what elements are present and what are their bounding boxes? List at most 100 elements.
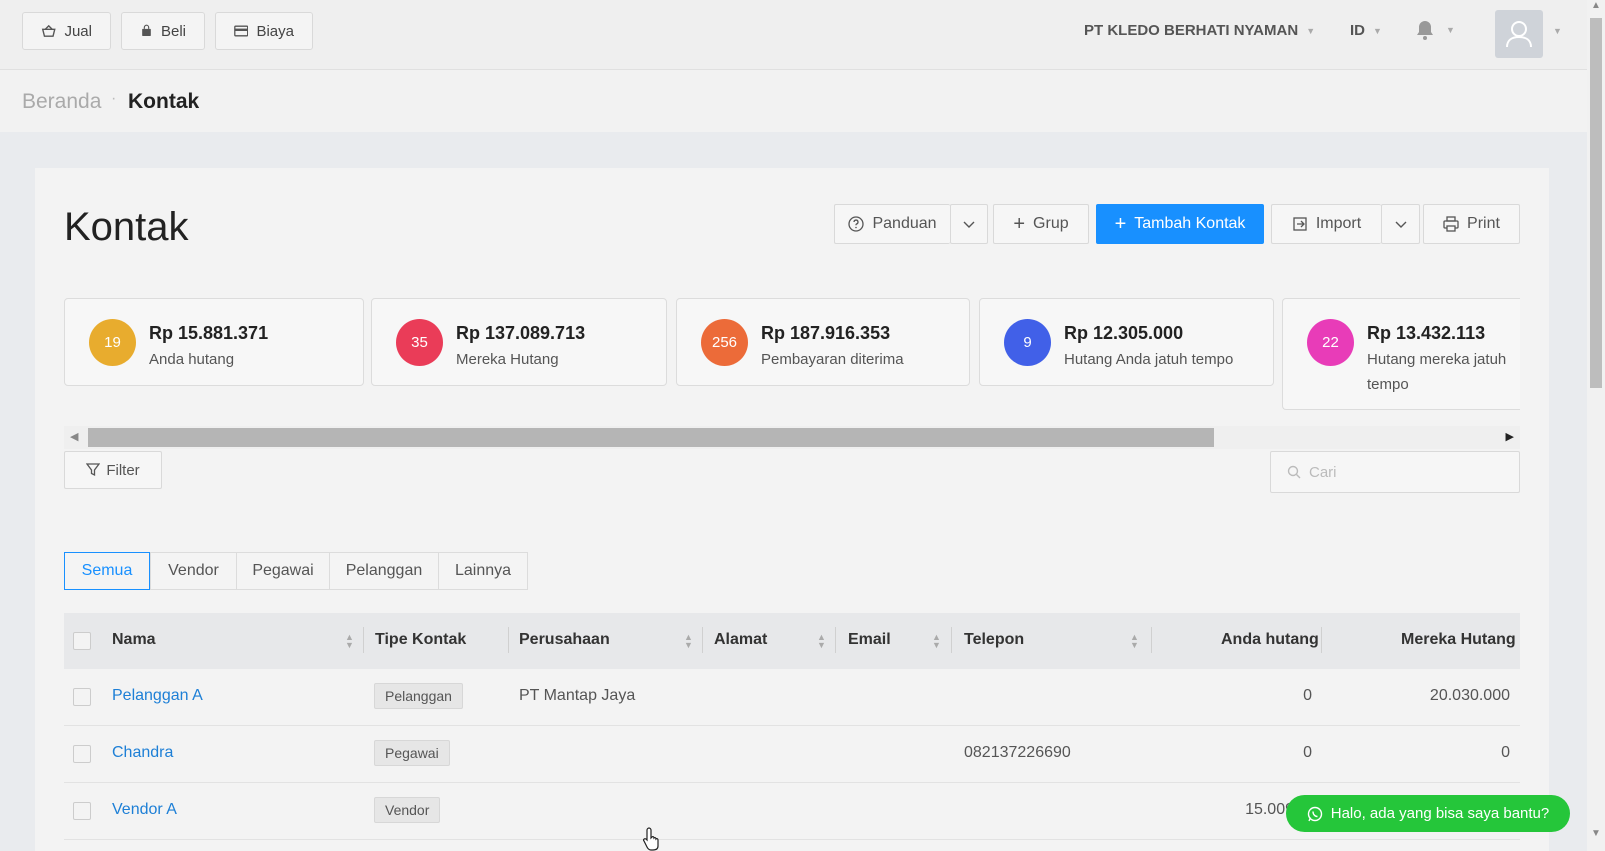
scroll-down-icon[interactable]: ▼ xyxy=(1591,828,1601,839)
tab-semua[interactable]: Semua xyxy=(64,552,150,590)
table-row: Pelanggan A Pelanggan PT Mantap Jaya 0 2… xyxy=(64,669,1520,726)
tab-pelanggan[interactable]: Pelanggan xyxy=(329,552,439,590)
search-input[interactable]: Cari xyxy=(1270,451,1520,493)
stat-count-badge: 22 xyxy=(1307,319,1354,366)
guide-dropdown-button[interactable] xyxy=(950,204,988,244)
scroll-left-icon[interactable]: ◀ xyxy=(70,430,78,443)
printer-icon xyxy=(1443,216,1459,232)
quick-expense-button[interactable]: Biaya xyxy=(215,12,313,50)
bell-icon xyxy=(1417,21,1433,40)
group-button[interactable]: + Grup xyxy=(993,204,1089,244)
bag-icon xyxy=(142,24,151,37)
sort-icon[interactable]: ▲ ▼ xyxy=(1130,633,1139,650)
tab-vendor[interactable]: Vendor xyxy=(150,552,237,590)
user-icon xyxy=(1506,21,1532,48)
breadcrumb: Beranda · Kontak xyxy=(0,70,1587,132)
notifications-button[interactable]: ▼ xyxy=(1416,20,1455,40)
column-header-telepon[interactable]: Telepon xyxy=(964,631,1024,649)
stat-count-badge: 9 xyxy=(1004,319,1051,366)
quick-buy-button[interactable]: Beli xyxy=(121,12,205,50)
sort-icon[interactable]: ▲ ▼ xyxy=(345,633,354,650)
add-contact-button[interactable]: + Tambah Kontak xyxy=(1096,204,1264,244)
whatsapp-icon xyxy=(1307,806,1322,821)
chat-label: Halo, ada yang bisa saya bantu? xyxy=(1330,805,1550,822)
chevron-down-icon xyxy=(1395,221,1406,228)
phone-cell: 082137226690 xyxy=(964,744,1071,761)
stat-label: Pembayaran diterima xyxy=(761,351,904,368)
row-checkbox[interactable] xyxy=(73,688,91,706)
guide-label: Panduan xyxy=(872,215,937,232)
you-owe-cell: 0 xyxy=(1303,744,1312,761)
select-all-checkbox[interactable] xyxy=(73,632,91,650)
page-vertical-scrollbar[interactable]: ▲ ▼ xyxy=(1587,0,1605,851)
stat-amount: Rp 12.305.000 xyxy=(1064,323,1184,343)
filter-label: Filter xyxy=(106,461,140,479)
breadcrumb-current: Kontak xyxy=(128,90,200,113)
quick-sell-label: Jual xyxy=(64,22,92,40)
stat-label: Hutang Anda jatuh tempo xyxy=(1064,351,1234,368)
stat-card-they-owe-due[interactable]: 22 Rp 13.432.113 Hutang mereka jatuh tem… xyxy=(1282,298,1520,410)
stat-amount: Rp 137.089.713 xyxy=(456,323,586,343)
stat-amount: Rp 13.432.113 xyxy=(1367,323,1486,343)
import-icon xyxy=(1293,217,1307,231)
stat-count-badge: 256 xyxy=(701,319,748,366)
avatar[interactable] xyxy=(1495,10,1543,58)
stats-horizontal-scrollbar[interactable]: ◀ ▶ xyxy=(64,426,1520,449)
stat-label: Hutang mereka jatuh tempo xyxy=(1367,351,1507,393)
scrollbar-thumb[interactable] xyxy=(1590,18,1602,388)
contact-name-link[interactable]: Vendor A xyxy=(112,801,177,819)
column-header-nama[interactable]: Nama xyxy=(112,631,156,649)
contact-name-link[interactable]: Chandra xyxy=(112,744,173,762)
column-header-mereka-hutang: Mereka Hutang xyxy=(1401,631,1516,648)
row-checkbox[interactable] xyxy=(73,745,91,763)
column-header-perusahaan[interactable]: Perusahaan xyxy=(519,631,610,649)
column-header-alamat[interactable]: Alamat xyxy=(714,631,767,649)
scroll-right-icon[interactable]: ▶ xyxy=(1506,430,1514,443)
guide-button[interactable]: Panduan xyxy=(834,204,950,244)
scrollbar-thumb[interactable] xyxy=(88,428,1214,447)
chevron-down-icon: ▼ xyxy=(1306,25,1316,36)
chat-widget-button[interactable]: Halo, ada yang bisa saya bantu? xyxy=(1286,795,1570,832)
stat-amount: Rp 15.881.371 xyxy=(149,323,269,343)
stat-label: Mereka Hutang xyxy=(456,351,559,368)
chevron-down-icon xyxy=(963,221,975,228)
language-switcher[interactable]: ID ▼ xyxy=(1350,22,1382,39)
filter-button[interactable]: Filter xyxy=(64,451,162,489)
credit-card-icon xyxy=(234,25,249,37)
print-button[interactable]: Print xyxy=(1423,204,1520,244)
tab-lainnya[interactable]: Lainnya xyxy=(438,552,528,590)
row-checkbox[interactable] xyxy=(73,802,91,820)
contact-type-tag: Vendor xyxy=(374,797,441,823)
contact-type-tag: Pelanggan xyxy=(374,683,463,709)
import-button[interactable]: Import xyxy=(1271,204,1381,244)
sort-icon[interactable]: ▲ ▼ xyxy=(684,633,693,650)
company-switcher[interactable]: PT KLEDO BERHATI NYAMAN ▼ xyxy=(1084,22,1315,39)
import-label: Import xyxy=(1315,215,1362,232)
stat-card-you-owe-due[interactable]: 9 Rp 12.305.000 Hutang Anda jatuh tempo xyxy=(979,298,1274,386)
stat-card-they-owe[interactable]: 35 Rp 137.089.713 Mereka Hutang xyxy=(371,298,667,386)
import-dropdown-button[interactable] xyxy=(1381,204,1420,244)
stat-card-you-owe[interactable]: 19 Rp 15.881.371 Anda hutang xyxy=(64,298,364,386)
chevron-down-icon: ▼ xyxy=(1446,25,1455,35)
hand-cursor-icon xyxy=(643,827,659,851)
stat-card-payments-received[interactable]: 256 Rp 187.916.353 Pembayaran diterima xyxy=(676,298,970,386)
quick-expense-label: Biaya xyxy=(256,22,294,40)
table-header: Nama ▲ ▼ Tipe Kontak Perusahaan ▲ ▼ Alamat… xyxy=(64,613,1520,669)
company-cell: PT Mantap Jaya xyxy=(519,687,636,704)
breadcrumb-separator: · xyxy=(111,90,117,107)
sort-icon[interactable]: ▲ ▼ xyxy=(817,633,826,650)
sort-icon[interactable]: ▲ ▼ xyxy=(932,633,941,650)
chevron-down-icon[interactable]: ▼ xyxy=(1553,26,1562,36)
add-contact-label: Tambah Kontak xyxy=(1134,215,1246,232)
basket-icon xyxy=(41,24,56,37)
stat-amount: Rp 187.916.353 xyxy=(761,323,891,343)
scroll-up-icon[interactable]: ▲ xyxy=(1591,0,1601,11)
chevron-down-icon: ▼ xyxy=(1373,25,1382,36)
tab-pegawai[interactable]: Pegawai xyxy=(236,552,330,590)
contact-name-link[interactable]: Pelanggan A xyxy=(112,687,203,705)
quick-sell-button[interactable]: Jual xyxy=(22,12,111,50)
column-header-email[interactable]: Email xyxy=(848,631,891,649)
they-owe-cell: 20.030.000 xyxy=(1429,687,1510,704)
breadcrumb-home-link[interactable]: Beranda xyxy=(22,90,101,114)
filter-icon xyxy=(86,463,101,477)
